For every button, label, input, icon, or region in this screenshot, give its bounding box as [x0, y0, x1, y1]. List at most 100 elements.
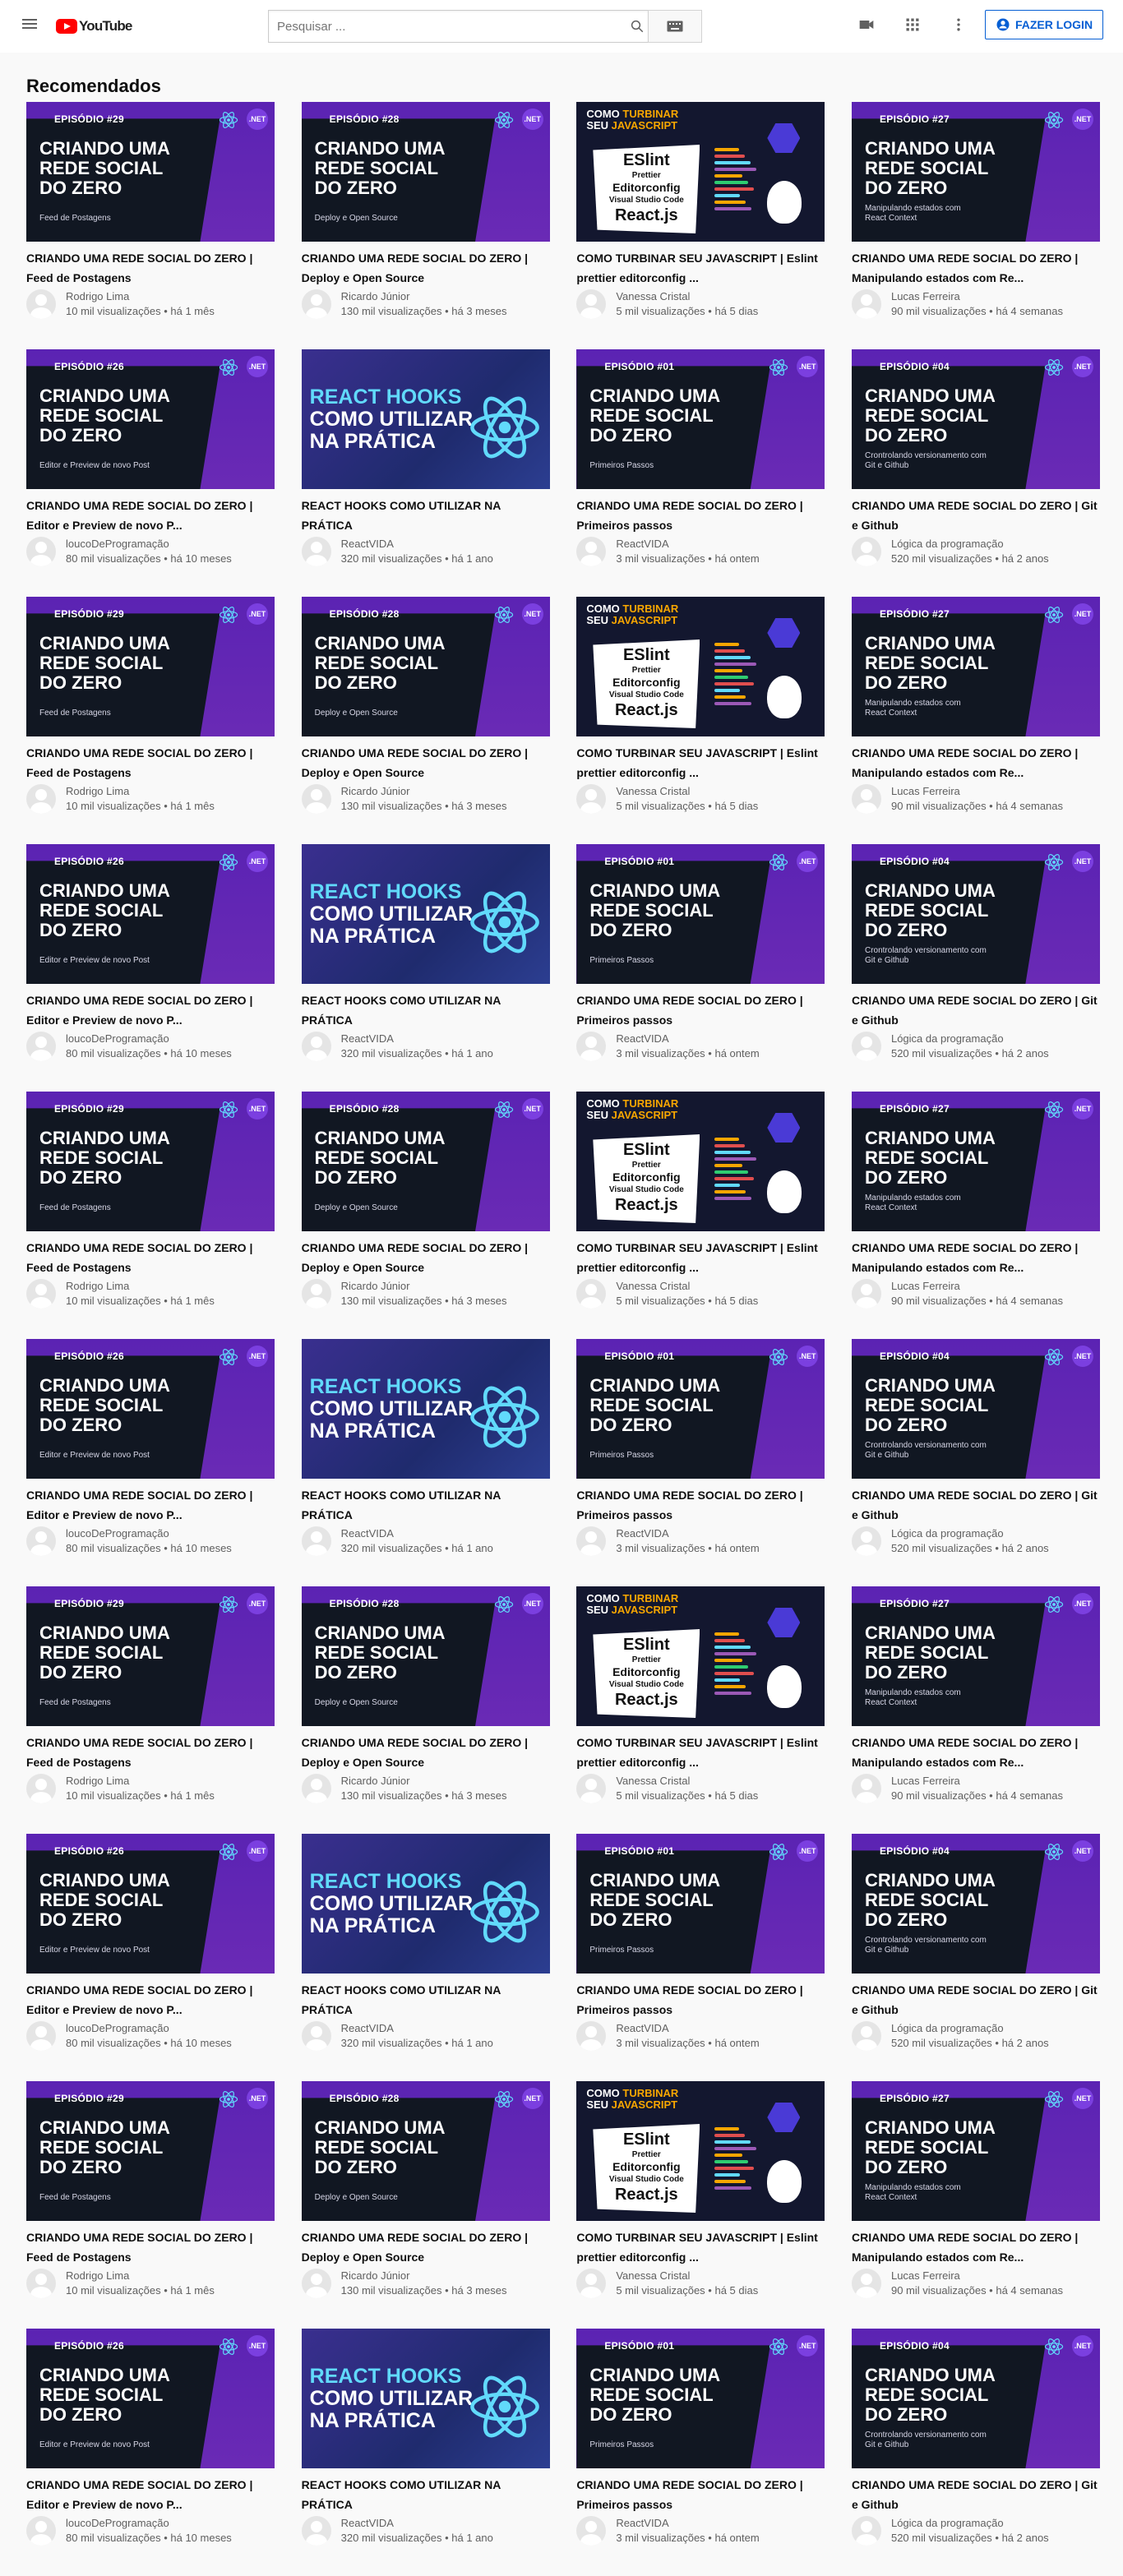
video-card[interactable]: REACT HOOKS COMO UTILIZAR NA PRÁTICA REACT … — [301, 1834, 550, 2081]
video-title[interactable]: CRIANDO UMA REDE SOCIAL DO ZERO | Deploy… — [302, 1733, 550, 1772]
channel-name[interactable]: ReactVIDA — [341, 537, 493, 552]
video-card[interactable]: EPISÓDIO #01 CRIANDO UMA REDE SOCIAL DO Z… — [576, 1339, 825, 1586]
video-card[interactable]: EPISÓDIO #28 CRIANDO UMA REDE SOCIAL DO Z… — [301, 597, 550, 844]
video-title[interactable]: CRIANDO UMA REDE SOCIAL DO ZERO | Feed d… — [26, 248, 275, 288]
video-thumbnail[interactable]: EPISÓDIO #27 CRIANDO UMA REDE SOCIAL DO Z… — [851, 2081, 1100, 2221]
channel-name[interactable]: Vanessa Cristal — [616, 1774, 758, 1789]
avatar[interactable] — [26, 2269, 56, 2298]
video-thumbnail[interactable]: EPISÓDIO #27 CRIANDO UMA REDE SOCIAL DO Z… — [851, 597, 1100, 736]
avatar[interactable] — [26, 784, 56, 814]
avatar[interactable] — [576, 2516, 607, 2546]
video-thumbnail[interactable]: EPISÓDIO #29 CRIANDO UMA REDE SOCIAL DO Z… — [26, 102, 275, 242]
video-thumbnail[interactable]: EPISÓDIO #29 CRIANDO UMA REDE SOCIAL DO Z… — [26, 1586, 275, 1726]
channel-name[interactable]: Rodrigo Lima — [66, 1774, 215, 1789]
video-card[interactable]: REACT HOOKS COMO UTILIZAR NA PRÁTICA REACT … — [301, 844, 550, 1092]
avatar[interactable] — [851, 1526, 881, 1556]
avatar[interactable] — [576, 784, 607, 814]
video-thumbnail[interactable]: EPISÓDIO #29 CRIANDO UMA REDE SOCIAL DO Z… — [26, 597, 275, 736]
video-thumbnail[interactable]: COMO TURBINAR SEU JAVASCRIPT ESlint Prettie… — [576, 1586, 825, 1726]
video-card[interactable]: EPISÓDIO #01 CRIANDO UMA REDE SOCIAL DO Z… — [576, 2329, 825, 2576]
avatar[interactable] — [26, 1279, 56, 1309]
video-thumbnail[interactable]: EPISÓDIO #26 CRIANDO UMA REDE SOCIAL DO Z… — [26, 2329, 275, 2468]
channel-name[interactable]: Lucas Ferreira — [891, 1279, 1063, 1294]
avatar[interactable] — [301, 1526, 331, 1556]
channel-name[interactable]: loucoDeProgramação — [66, 1526, 232, 1541]
avatar[interactable] — [301, 537, 331, 566]
search-input[interactable] — [268, 10, 648, 43]
video-card[interactable]: EPISÓDIO #26 CRIANDO UMA REDE SOCIAL DO Z… — [26, 349, 275, 597]
avatar[interactable] — [576, 537, 607, 566]
avatar[interactable] — [851, 1032, 881, 1061]
avatar[interactable] — [301, 1279, 331, 1309]
video-thumbnail[interactable]: COMO TURBINAR SEU JAVASCRIPT ESlint Prettie… — [576, 597, 825, 736]
video-title[interactable]: CRIANDO UMA REDE SOCIAL DO ZERO | Manipu… — [852, 743, 1100, 782]
video-title[interactable]: CRIANDO UMA REDE SOCIAL DO ZERO | Deploy… — [302, 743, 550, 782]
video-title[interactable]: COMO TURBINAR SEU JAVASCRIPT | Eslint pr… — [576, 1733, 825, 1772]
avatar[interactable] — [26, 1032, 56, 1061]
keyboard-icon[interactable] — [648, 10, 702, 43]
channel-name[interactable]: Ricardo Júnior — [341, 1774, 507, 1789]
video-title[interactable]: CRIANDO UMA REDE SOCIAL DO ZERO | Git e … — [852, 496, 1100, 535]
video-card[interactable]: EPISÓDIO #04 CRIANDO UMA REDE SOCIAL DO Z… — [851, 349, 1100, 597]
video-thumbnail[interactable]: EPISÓDIO #26 CRIANDO UMA REDE SOCIAL DO Z… — [26, 844, 275, 984]
video-thumbnail[interactable]: EPISÓDIO #26 CRIANDO UMA REDE SOCIAL DO Z… — [26, 1834, 275, 1974]
channel-name[interactable]: Vanessa Cristal — [616, 1279, 758, 1294]
video-thumbnail[interactable]: EPISÓDIO #28 CRIANDO UMA REDE SOCIAL DO Z… — [301, 102, 550, 242]
channel-name[interactable]: Lucas Ferreira — [891, 784, 1063, 799]
video-title[interactable]: CRIANDO UMA REDE SOCIAL DO ZERO | Editor… — [26, 990, 275, 1030]
video-thumbnail[interactable]: EPISÓDIO #01 CRIANDO UMA REDE SOCIAL DO Z… — [576, 1834, 825, 1974]
avatar[interactable] — [576, 1774, 607, 1803]
video-thumbnail[interactable]: EPISÓDIO #27 CRIANDO UMA REDE SOCIAL DO Z… — [851, 1092, 1100, 1231]
video-title[interactable]: REACT HOOKS COMO UTILIZAR NA PRÁTICA — [302, 1980, 550, 2020]
avatar[interactable] — [26, 289, 56, 319]
video-title[interactable]: CRIANDO UMA REDE SOCIAL DO ZERO | Editor… — [26, 2475, 275, 2514]
channel-name[interactable]: Ricardo Júnior — [341, 1279, 507, 1294]
video-card[interactable]: COMO TURBINAR SEU JAVASCRIPT ESlint Prettie… — [576, 597, 825, 844]
avatar[interactable] — [851, 1774, 881, 1803]
channel-name[interactable]: loucoDeProgramação — [66, 1032, 232, 1046]
video-thumbnail[interactable]: REACT HOOKS COMO UTILIZAR NA PRÁTICA — [301, 349, 550, 489]
channel-name[interactable]: Ricardo Júnior — [341, 289, 507, 304]
video-title[interactable]: CRIANDO UMA REDE SOCIAL DO ZERO | Deploy… — [302, 248, 550, 288]
channel-name[interactable]: ReactVIDA — [341, 1032, 493, 1046]
video-card[interactable]: EPISÓDIO #27 CRIANDO UMA REDE SOCIAL DO Z… — [851, 597, 1100, 844]
create-video-icon[interactable] — [858, 16, 875, 37]
channel-name[interactable]: ReactVIDA — [616, 1032, 759, 1046]
channel-name[interactable]: ReactVIDA — [341, 2021, 493, 2036]
video-title[interactable]: CRIANDO UMA REDE SOCIAL DO ZERO | Git e … — [852, 990, 1100, 1030]
video-title[interactable]: REACT HOOKS COMO UTILIZAR NA PRÁTICA — [302, 2475, 550, 2514]
search-icon[interactable] — [626, 10, 648, 43]
channel-name[interactable]: Lógica da programação — [891, 2516, 1049, 2531]
channel-name[interactable]: Vanessa Cristal — [616, 784, 758, 799]
avatar[interactable] — [576, 289, 607, 319]
menu-icon[interactable] — [20, 16, 39, 36]
video-thumbnail[interactable]: REACT HOOKS COMO UTILIZAR NA PRÁTICA — [301, 1339, 550, 1479]
channel-name[interactable]: Rodrigo Lima — [66, 2269, 215, 2283]
channel-name[interactable]: Vanessa Cristal — [616, 289, 758, 304]
video-title[interactable]: CRIANDO UMA REDE SOCIAL DO ZERO | Primei… — [576, 990, 825, 1030]
login-button[interactable]: FAZER LOGIN — [985, 10, 1103, 39]
channel-name[interactable]: loucoDeProgramação — [66, 2516, 232, 2531]
video-card[interactable]: REACT HOOKS COMO UTILIZAR NA PRÁTICA REACT … — [301, 1339, 550, 1586]
video-title[interactable]: CRIANDO UMA REDE SOCIAL DO ZERO | Git e … — [852, 2475, 1100, 2514]
video-thumbnail[interactable]: EPISÓDIO #28 CRIANDO UMA REDE SOCIAL DO Z… — [301, 2081, 550, 2221]
video-card[interactable]: EPISÓDIO #01 CRIANDO UMA REDE SOCIAL DO Z… — [576, 1834, 825, 2081]
avatar[interactable] — [576, 1526, 607, 1556]
channel-name[interactable]: Lucas Ferreira — [891, 1774, 1063, 1789]
video-thumbnail[interactable]: EPISÓDIO #26 CRIANDO UMA REDE SOCIAL DO Z… — [26, 349, 275, 489]
video-card[interactable]: EPISÓDIO #27 CRIANDO UMA REDE SOCIAL DO Z… — [851, 102, 1100, 349]
video-card[interactable]: EPISÓDIO #29 CRIANDO UMA REDE SOCIAL DO Z… — [26, 597, 275, 844]
avatar[interactable] — [301, 1774, 331, 1803]
channel-name[interactable]: Rodrigo Lima — [66, 784, 215, 799]
video-thumbnail[interactable]: EPISÓDIO #01 CRIANDO UMA REDE SOCIAL DO Z… — [576, 349, 825, 489]
video-title[interactable]: COMO TURBINAR SEU JAVASCRIPT | Eslint pr… — [576, 248, 825, 288]
avatar[interactable] — [301, 2021, 331, 2051]
video-thumbnail[interactable]: EPISÓDIO #29 CRIANDO UMA REDE SOCIAL DO Z… — [26, 2081, 275, 2221]
video-title[interactable]: CRIANDO UMA REDE SOCIAL DO ZERO | Manipu… — [852, 2227, 1100, 2267]
avatar[interactable] — [851, 1279, 881, 1309]
video-card[interactable]: EPISÓDIO #26 CRIANDO UMA REDE SOCIAL DO Z… — [26, 2329, 275, 2576]
channel-name[interactable]: ReactVIDA — [616, 537, 759, 552]
channel-name[interactable]: Ricardo Júnior — [341, 784, 507, 799]
video-title[interactable]: REACT HOOKS COMO UTILIZAR NA PRÁTICA — [302, 1485, 550, 1525]
video-thumbnail[interactable]: COMO TURBINAR SEU JAVASCRIPT ESlint Prettie… — [576, 102, 825, 242]
